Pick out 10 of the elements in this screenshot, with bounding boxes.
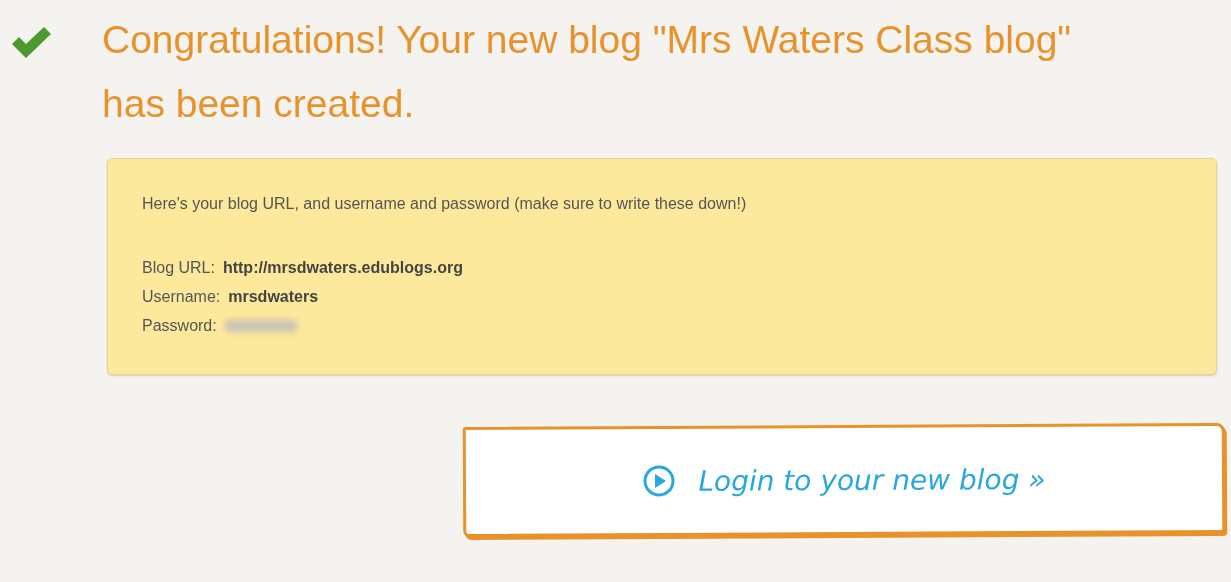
field-label: Username: [142, 287, 221, 307]
field-value: mrsdwaters [228, 287, 319, 307]
checkmark-icon [10, 26, 52, 60]
field-label: Password: [142, 316, 217, 336]
field-value: http://mrsdwaters.edublogs.org [222, 258, 463, 278]
login-button[interactable]: Login to your new blog » [462, 423, 1226, 537]
instructions-text: Here's your blog URL, and username and password (make sure to write these down!) [142, 195, 748, 213]
success-heading: Congratulations! Your new blog "Mrs Waters Class blog" has been created. [102, 17, 1073, 127]
play-icon [642, 463, 677, 499]
field-label: Blog URL: [142, 258, 215, 278]
